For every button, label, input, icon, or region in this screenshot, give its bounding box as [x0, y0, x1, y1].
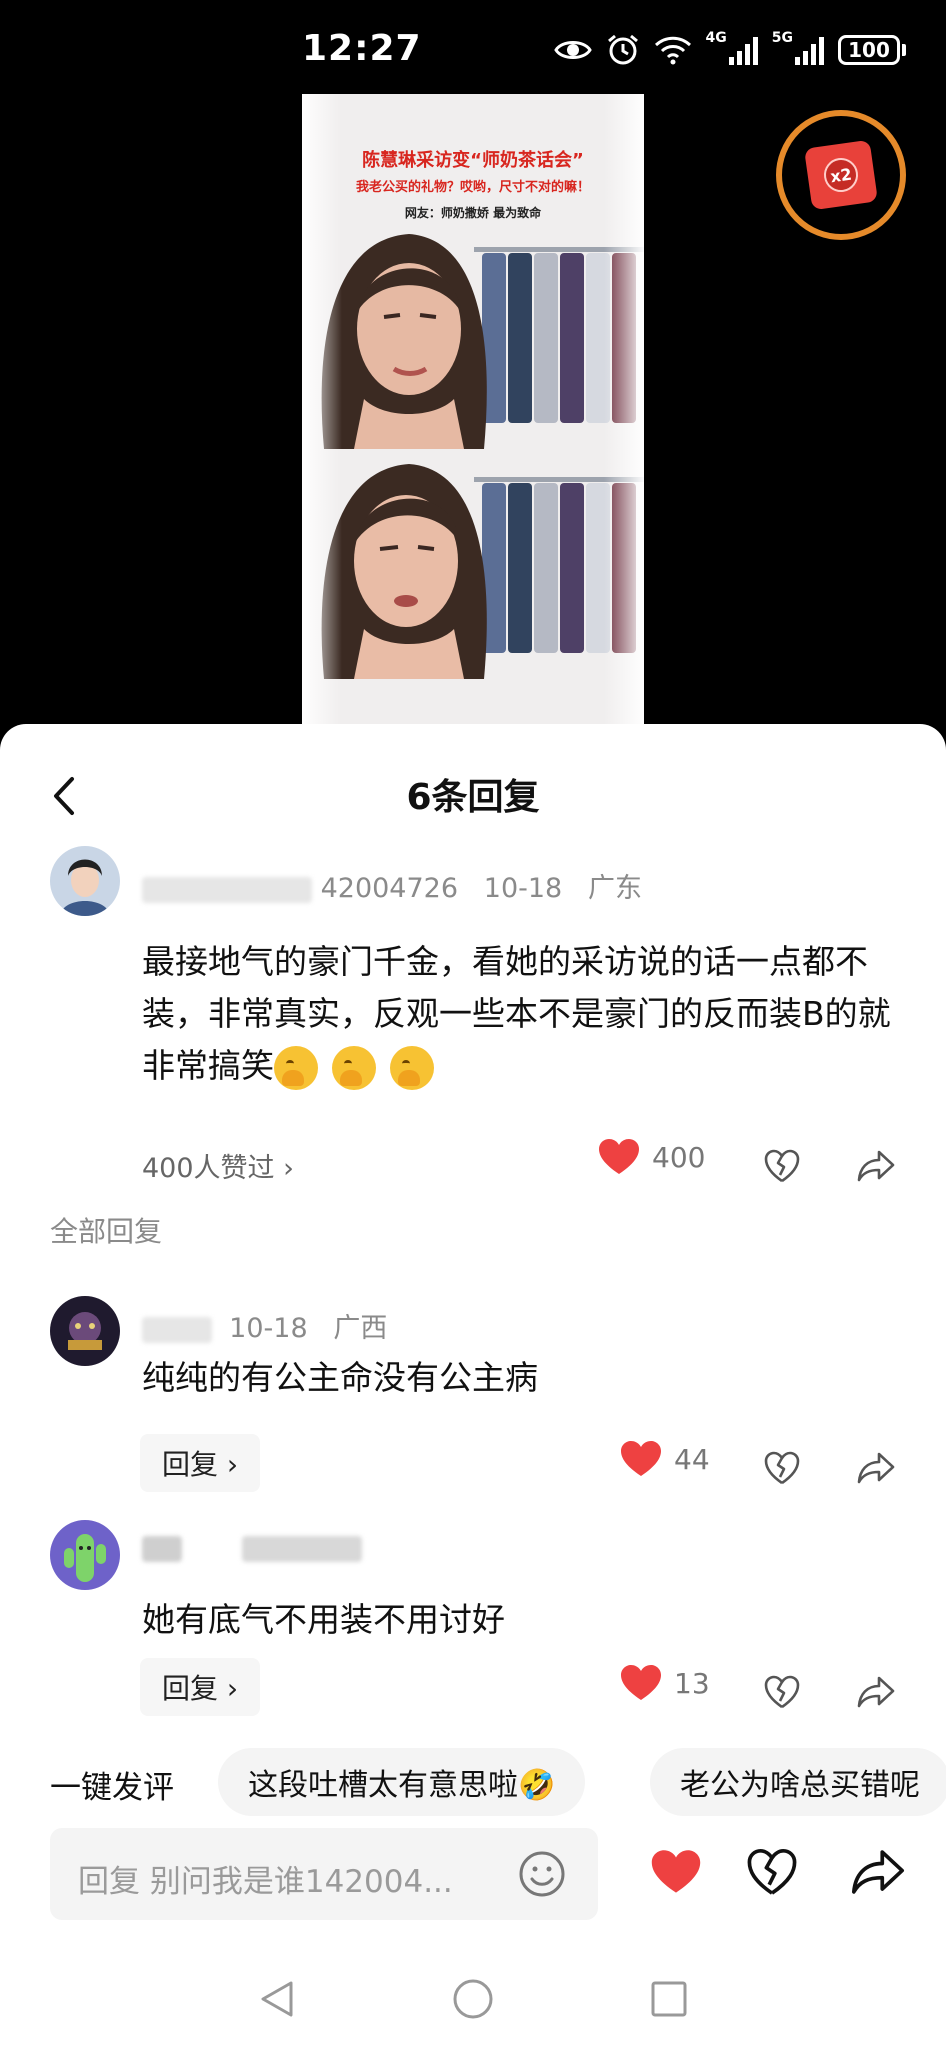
like-button[interactable]: 400: [598, 1138, 705, 1176]
share-icon: [857, 1676, 895, 1708]
nav-recents-button[interactable]: [644, 1974, 694, 2024]
comment-date: 10-18: [483, 873, 563, 904]
comment-location: 广东: [588, 873, 642, 904]
like-button[interactable]: 44: [620, 1440, 710, 1478]
nav-recents-icon: [651, 1981, 687, 2017]
quick-comment-chip[interactable]: 老公为啥总买错呢: [650, 1748, 946, 1816]
share-button[interactable]: [854, 1144, 898, 1188]
heart-icon: [621, 1665, 661, 1700]
video-title: 陈慧琳采访变“师奶茶话会”: [362, 150, 584, 171]
system-nav-bar: [0, 1960, 946, 2048]
video-player[interactable]: 陈慧琳采访变“师奶茶话会” 我老公买的礼物？哎哟，尺寸不对的嘛！ 网友：师奶撒娇…: [302, 94, 644, 726]
comment-text: 最接地气的豪门千金，看她的采访说的话一点都不装，非常真实，反观一些本不是豪门的反…: [142, 936, 902, 1092]
quick-comment-row: 一键发评 这段吐槽太有意思啦🤣 老公为啥总买错呢: [0, 1748, 946, 1820]
avatar[interactable]: [50, 846, 120, 916]
username-redacted: [142, 1316, 212, 1343]
eye-icon: [553, 37, 592, 63]
video-frame-1: [302, 219, 644, 449]
quick-comment-label: 一键发评: [50, 1770, 174, 1806]
network-type-1: 4G: [705, 30, 727, 46]
comment-text: 她有底气不用装不用讨好: [142, 1600, 505, 1639]
share-button[interactable]: [854, 1670, 898, 1714]
bottom-share-button[interactable]: [848, 1842, 908, 1902]
signal-icon-2: 5G: [772, 31, 824, 65]
username-redacted: [142, 1535, 182, 1562]
status-bar: 12:27 4G 5G 100: [0, 0, 946, 100]
comment-text-body: 最接地气的豪门千金，看她的采访说的话一点都不装，非常真实，反观一些本不是豪门的反…: [142, 942, 891, 1085]
network-type-2: 5G: [771, 30, 793, 46]
heart-icon: [621, 1441, 661, 1476]
share-icon: [857, 1150, 895, 1182]
battery-level: 100: [838, 35, 900, 65]
avatar[interactable]: [50, 1520, 120, 1590]
covering-mouth-emoji-icon: [390, 1045, 434, 1090]
broken-heart-icon: [764, 1675, 800, 1709]
comment-actions: 400: [0, 1136, 946, 1196]
reply-input-placeholder: 回复 别问我是谁142004...: [78, 1864, 453, 1900]
dislike-button[interactable]: [760, 1670, 804, 1714]
smile-icon: [519, 1851, 565, 1897]
broken-heart-icon: [764, 1149, 800, 1183]
screen: 12:27 4G 5G 100 陈慧琳采访变“师奶茶话会” 我老公买的礼物？哎哟…: [0, 0, 946, 2048]
share-button[interactable]: [854, 1446, 898, 1490]
comment-meta: 42004726 10-18 广东: [142, 866, 642, 905]
red-packet-reward-button[interactable]: x2: [776, 110, 906, 240]
bottom-like-button[interactable]: [646, 1842, 706, 1902]
status-icons: 4G 5G 100: [553, 30, 906, 70]
username-redacted: [142, 876, 312, 903]
reply-input[interactable]: 回复 别问我是谁142004...: [50, 1828, 598, 1920]
nav-back-button[interactable]: [252, 1974, 302, 2024]
broken-heart-icon: [764, 1451, 800, 1485]
video-frame-2: [302, 449, 644, 689]
signal-icon: 4G: [706, 31, 758, 65]
quick-comment-chip[interactable]: 这段吐槽太有意思啦🤣: [218, 1748, 586, 1816]
comment-location: 广西: [333, 1313, 388, 1344]
like-count: 13: [674, 1666, 710, 1700]
heart-icon: [651, 1850, 701, 1893]
like-count: 44: [674, 1442, 710, 1476]
dislike-button[interactable]: [760, 1144, 804, 1188]
comment-actions: 13: [0, 1656, 946, 1716]
red-packet-icon: x2: [804, 139, 878, 211]
comment-date: 10-18: [229, 1313, 308, 1344]
comment-meta: 10-18 广西: [142, 1306, 387, 1345]
nav-back-icon: [261, 1981, 293, 2017]
bottom-dislike-button[interactable]: [742, 1842, 802, 1902]
share-icon: [851, 1850, 905, 1894]
section-label: 全部回复: [50, 1215, 163, 1248]
comment-actions: 44: [0, 1432, 946, 1492]
video-subtitle: 我老公买的礼物？哎哟，尺寸不对的嘛！: [355, 180, 590, 195]
heart-icon: [599, 1139, 639, 1174]
username-fragment: 42004726: [320, 873, 459, 904]
covering-mouth-emoji-icon: [274, 1045, 318, 1090]
comment-text: 纯纯的有公主命没有公主病: [142, 1358, 538, 1397]
battery-icon: 100: [838, 35, 906, 65]
broken-heart-icon: [747, 1848, 797, 1895]
sheet-header: 6条回复: [0, 724, 946, 864]
like-button[interactable]: 13: [620, 1664, 710, 1702]
avatar[interactable]: [50, 1296, 120, 1366]
like-count: 400: [652, 1140, 706, 1174]
wifi-icon: [654, 35, 692, 65]
sheet-title: 6条回复: [406, 777, 540, 818]
video-subtitle-2: 网友：师奶撒娇 最为致命: [404, 206, 542, 220]
status-time: 12:27: [302, 28, 422, 69]
covering-mouth-emoji-icon: [332, 1045, 376, 1090]
comment-meta: [142, 1532, 363, 1563]
dislike-button[interactable]: [760, 1446, 804, 1490]
alarm-icon: [606, 33, 640, 67]
nav-home-button[interactable]: [448, 1974, 498, 2024]
nav-home-icon: [453, 1979, 493, 2019]
emoji-button[interactable]: [518, 1850, 566, 1898]
username-redacted-2: [242, 1535, 363, 1562]
share-icon: [857, 1452, 895, 1484]
